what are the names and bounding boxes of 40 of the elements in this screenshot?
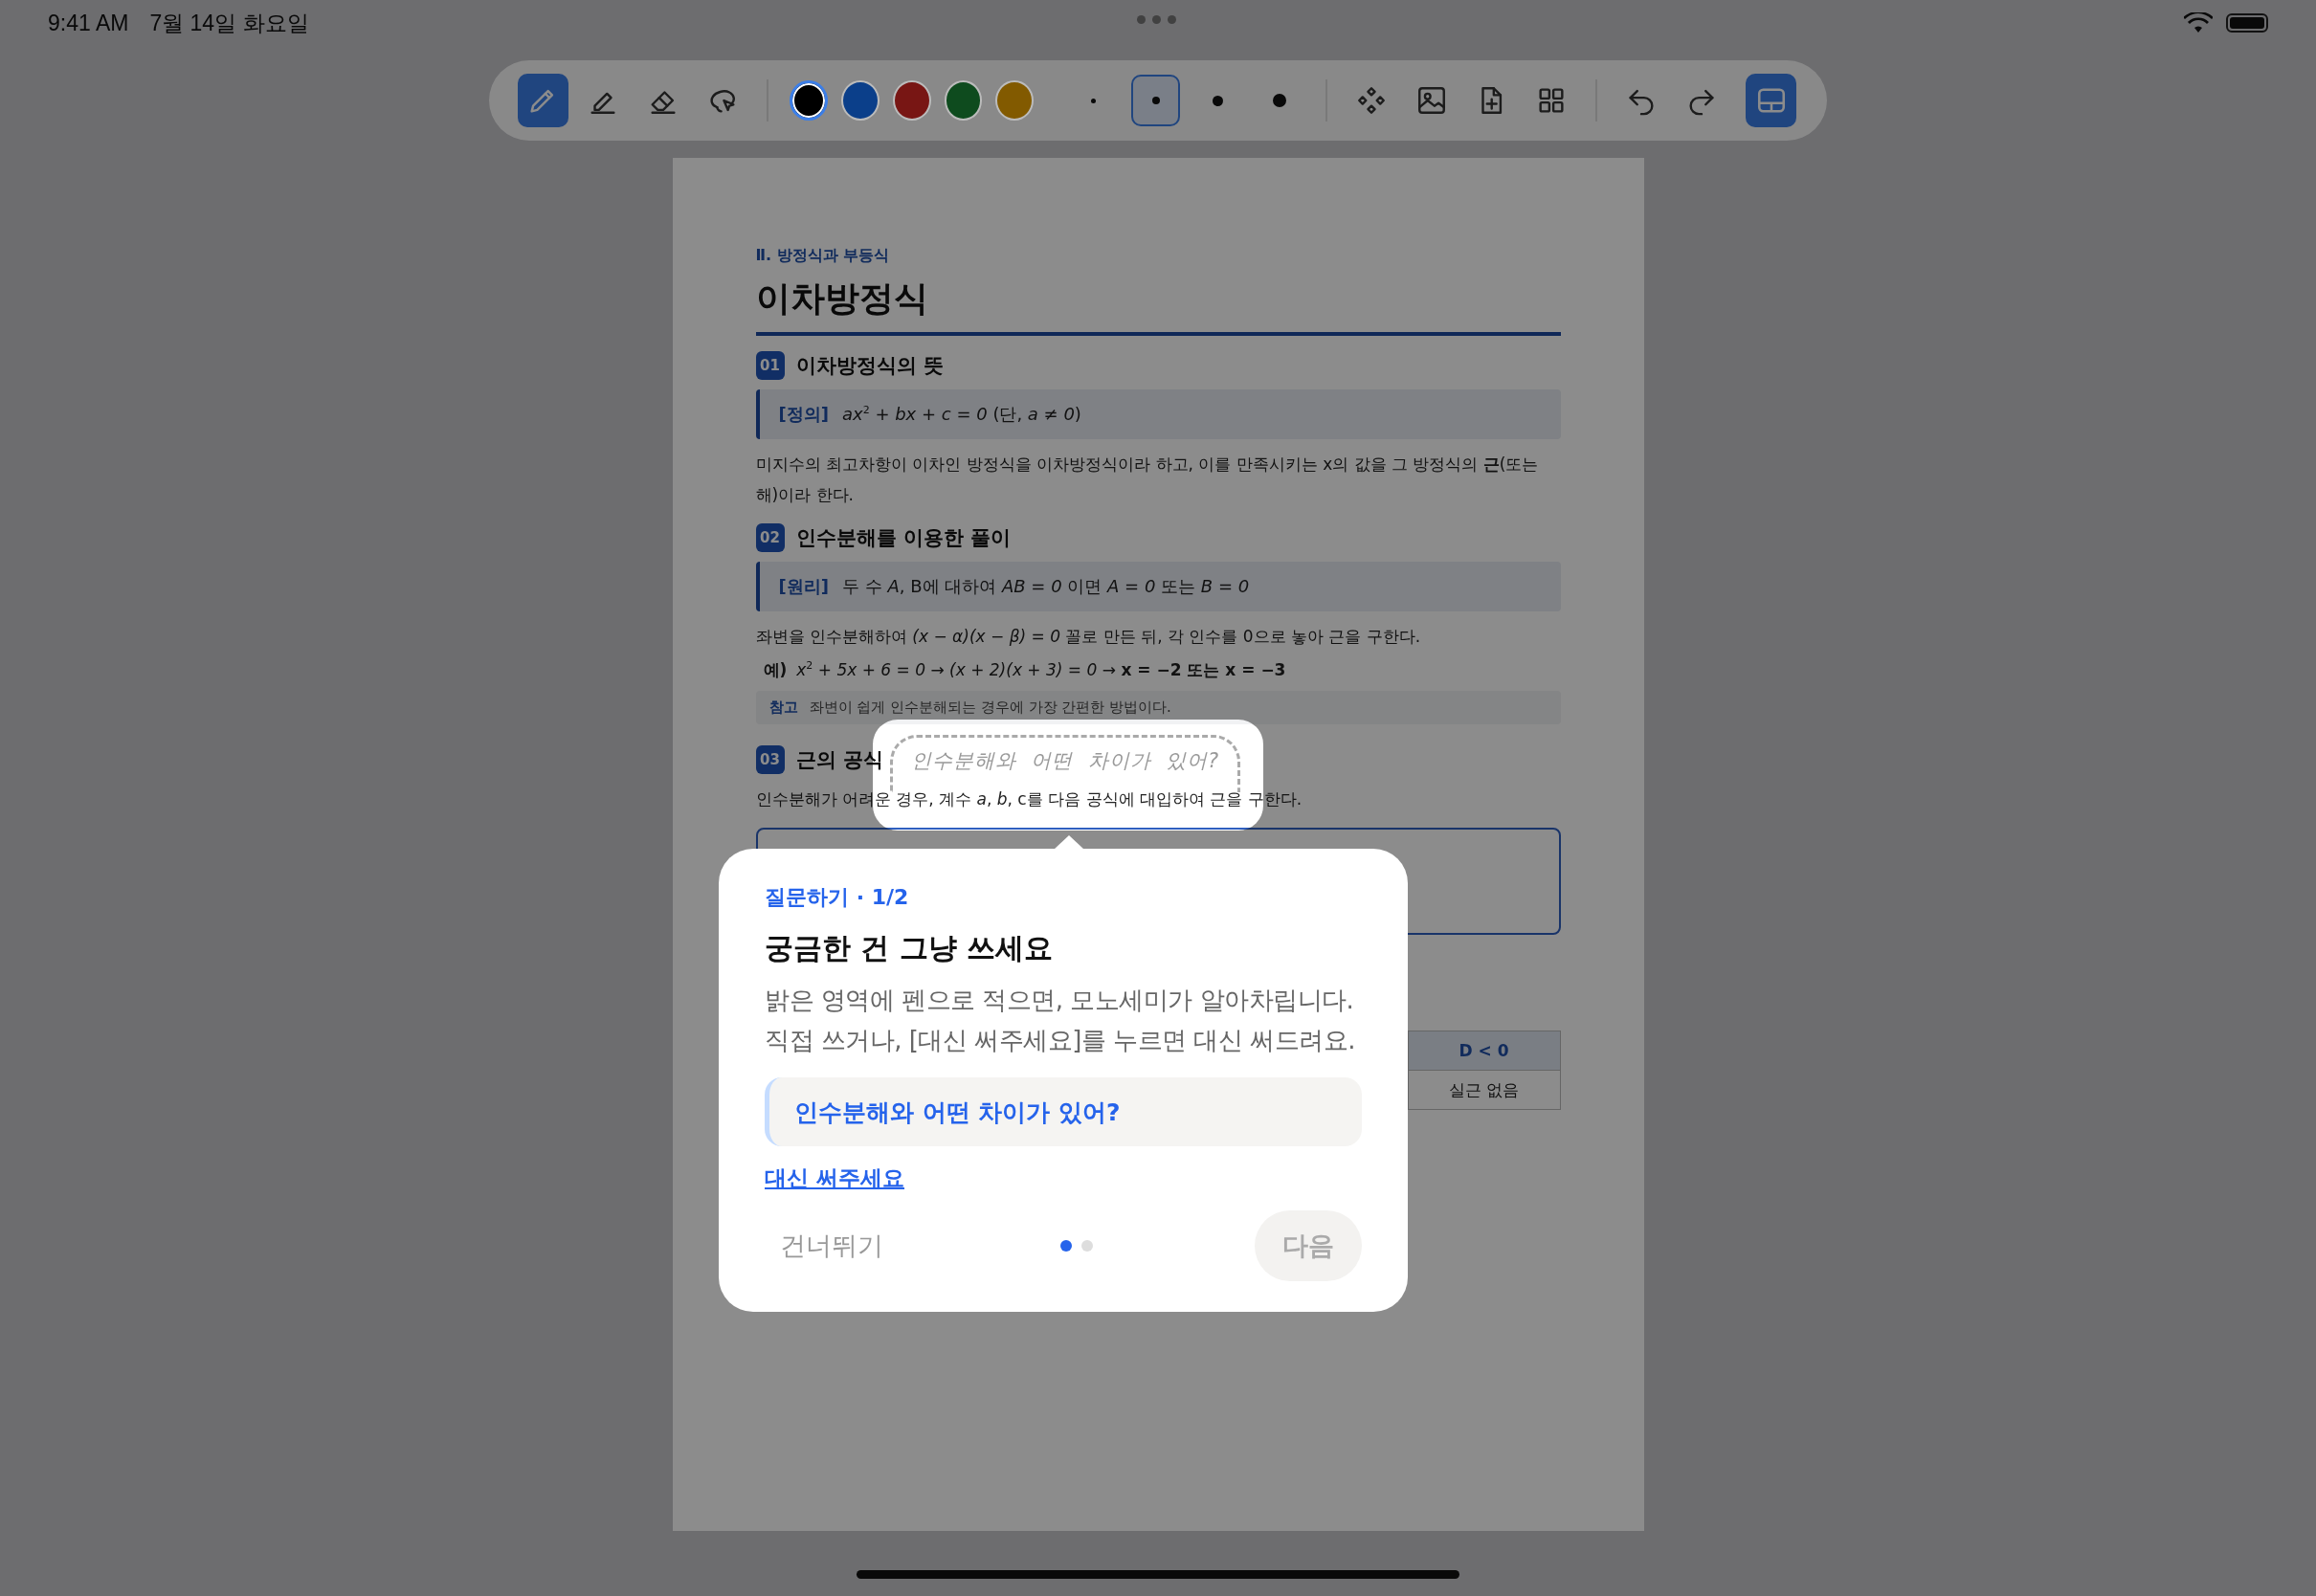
document-title: 이차방정식 [755,277,929,320]
body-paragraph: 미지수의 최고차항이 이차인 방정식을 이차방정식이라 하고, 이를 만족시키는 x의 값을 그 방정식의 근(또는 해)이라 한다. [755,454,1540,506]
writing-area[interactable]: 인수분해와 어떤 차이가 있어? [890,735,1240,792]
color-swatch[interactable] [944,80,983,121]
section-heading: 인수분해를 이용한 풀이 [795,525,1012,551]
tool-button[interactable] [518,74,568,127]
formula-text: 두 수 A, B에 대하여 AB = 0 이면 A = 0 또는 B = 0 [841,575,1250,598]
example-label: 예) [763,659,788,681]
table-header: D < 0 [1408,1031,1560,1071]
popup-text: 직접 쓰거나, [대신 써주세요]를 누르면 대신 써드려요. [765,1025,1356,1056]
popup-title: 궁금한 건 그냥 쓰세요 [765,930,1055,966]
color-swatch[interactable] [995,80,1034,121]
write-for-me-link[interactable]: 대신 써주세요 [765,1164,904,1193]
section-number: 02 [755,523,785,552]
wifi-icon [2184,12,2213,33]
status-date: 7월 14일 화요일 [149,9,309,37]
chapter-label: Ⅱ. 방정식과 부등식 [755,246,891,266]
body-paragraph: 좌변을 인수분해하여 (x − α)(x − β) = 0 꼴로 만든 뒤, 각 인수를 0으로 놓아 근을 구한다. [755,626,1422,648]
status-time: 9:41 AM [48,10,129,36]
color-swatch[interactable] [892,80,931,121]
box-label: [정의] [778,403,829,426]
section-number: 03 [755,745,785,774]
section-heading: 이차방정식의 뜻 [795,353,944,379]
formula-text: ax$^{2}$ + bx + c = 0 (단, a ≠ 0) [841,403,1081,426]
section-number: 01 [755,351,785,380]
step-label: 질문하기 · 1/2 [765,884,910,911]
handwritten-text: 인수분해와 어떤 차이가 있어? [910,751,1220,774]
stroke-size-option[interactable] [1131,75,1181,126]
skip-button[interactable]: 건너뛰기 [765,1229,899,1263]
example-question: 인수분해와 어떤 차이가 있어? [765,1077,1362,1146]
battery-icon [2226,13,2268,33]
note-text: 좌변이 쉽게 인수분해되는 경우에 가장 간편한 방법이다. [809,698,1171,717]
example-text: x$^{2}$ + 5x + 6 = 0 → (x + 2)(x + 3) = 0 → x = −2 또는 x = −3 [796,659,1286,681]
popup-text: 밝은 영역에 펜으로 적으면, 모노세미가 알아차립니다. [765,985,1355,1016]
color-swatch[interactable] [841,80,880,121]
box-label: [원리] [778,575,829,598]
color-swatch[interactable] [790,80,829,121]
note-label: 참고 [768,698,798,717]
panel-toggle-button[interactable] [1746,74,1796,127]
table-cell-text: 실근 없음 [1447,1078,1521,1101]
